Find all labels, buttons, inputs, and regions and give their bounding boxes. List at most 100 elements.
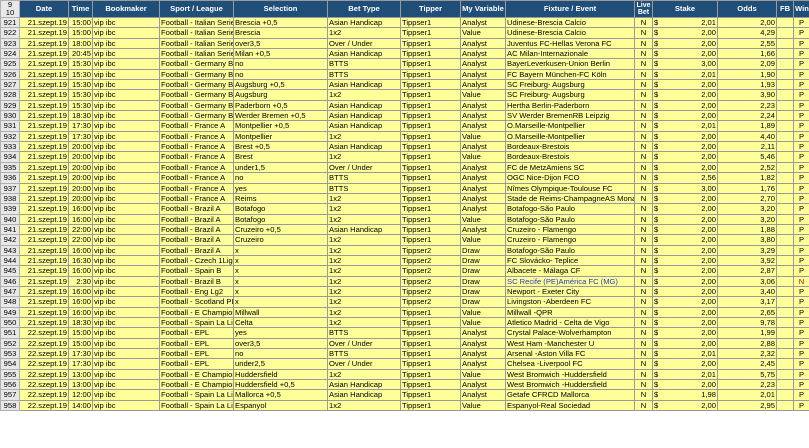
- live-bet-cell[interactable]: N: [634, 275, 653, 287]
- selection-cell[interactable]: Werder Bremen +0,5: [233, 110, 328, 122]
- fb-cell[interactable]: [776, 79, 794, 91]
- win-cell[interactable]: P: [793, 223, 809, 236]
- bet-type-cell[interactable]: BTTS: [327, 347, 401, 360]
- fixture-cell[interactable]: FC de MetzAmiens SC: [505, 161, 635, 174]
- row-number-header[interactable]: 9 10: [0, 0, 20, 18]
- live-bet-cell[interactable]: N: [634, 327, 653, 339]
- live-bet-cell[interactable]: N: [634, 244, 653, 256]
- win-cell[interactable]: P: [793, 161, 809, 174]
- bet-type-cell[interactable]: Asian Handicap: [327, 120, 401, 132]
- time-cell[interactable]: 15:30: [68, 58, 93, 70]
- bet-type-cell[interactable]: Asian Handicap: [327, 223, 401, 236]
- stake-cell[interactable]: $2,00: [652, 223, 718, 236]
- live-bet-cell[interactable]: N: [634, 337, 653, 350]
- my-variable-cell[interactable]: Value: [460, 213, 506, 225]
- selection-cell[interactable]: x: [233, 265, 328, 277]
- tipper-cell[interactable]: Tippser1: [400, 16, 461, 29]
- date-cell[interactable]: 21.szept.19: [19, 254, 69, 267]
- col-header-odds[interactable]: Odds: [717, 0, 777, 18]
- selection-cell[interactable]: Augsburg: [233, 89, 328, 101]
- fb-cell[interactable]: [776, 347, 794, 360]
- bookmaker-cell[interactable]: vip ibc: [92, 327, 160, 339]
- row-number[interactable]: 933: [0, 141, 20, 153]
- live-bet-cell[interactable]: N: [634, 110, 653, 122]
- fb-cell[interactable]: [776, 68, 794, 81]
- bet-type-cell[interactable]: 1x2: [327, 203, 401, 215]
- fixture-cell[interactable]: Albacete - Málaga CF: [505, 265, 635, 277]
- live-bet-cell[interactable]: N: [634, 172, 653, 184]
- fb-cell[interactable]: [776, 368, 794, 381]
- row-number[interactable]: 928: [0, 89, 20, 101]
- live-bet-cell[interactable]: N: [634, 368, 653, 381]
- date-cell[interactable]: 21.szept.19: [19, 234, 69, 246]
- odds-cell[interactable]: 4,29: [717, 27, 777, 39]
- col-header-tipper[interactable]: Tipper: [400, 0, 461, 18]
- time-cell[interactable]: 20:45: [68, 48, 93, 60]
- odds-cell[interactable]: 2,24: [717, 110, 777, 122]
- bet-type-cell[interactable]: BTTS: [327, 68, 401, 81]
- fixture-cell[interactable]: BayerLeverkusen-Union Berlin: [505, 58, 635, 70]
- time-cell[interactable]: 16:00: [68, 285, 93, 298]
- stake-cell[interactable]: $2,00: [652, 399, 718, 412]
- odds-cell[interactable]: 3,92: [717, 254, 777, 267]
- win-cell[interactable]: P: [793, 213, 809, 225]
- tipper-cell[interactable]: Tippser1: [400, 337, 461, 350]
- odds-cell[interactable]: 4,40: [717, 130, 777, 143]
- row-number[interactable]: 949: [0, 306, 20, 318]
- selection-cell[interactable]: yes: [233, 327, 328, 339]
- tipper-cell[interactable]: Tippser1: [400, 182, 461, 194]
- live-bet-cell[interactable]: N: [634, 223, 653, 236]
- bet-type-cell[interactable]: 1x2: [327, 285, 401, 298]
- time-cell[interactable]: 17:30: [68, 120, 93, 132]
- bet-type-cell[interactable]: Over / Under: [327, 337, 401, 350]
- bookmaker-cell[interactable]: vip ibc: [92, 358, 160, 370]
- fb-cell[interactable]: [776, 285, 794, 298]
- row-number-10[interactable]: 10: [2, 9, 18, 17]
- my-variable-cell[interactable]: Analyst: [460, 110, 506, 122]
- bet-type-cell[interactable]: 1x2: [327, 275, 401, 287]
- stake-cell[interactable]: $2,00: [652, 379, 718, 391]
- win-cell[interactable]: P: [793, 141, 809, 153]
- league-cell[interactable]: Football - France A: [159, 141, 234, 153]
- live-bet-cell[interactable]: N: [634, 130, 653, 143]
- bet-type-cell[interactable]: 1x2: [327, 296, 401, 308]
- time-cell[interactable]: 20:00: [68, 192, 93, 205]
- bet-type-cell[interactable]: 1x2: [327, 27, 401, 39]
- col-header-fixture-event[interactable]: Fixture / Event: [505, 0, 635, 18]
- row-number[interactable]: 925: [0, 58, 20, 70]
- league-cell[interactable]: Football - EPL: [159, 358, 234, 370]
- stake-cell[interactable]: $2,00: [652, 265, 718, 277]
- win-cell[interactable]: P: [793, 182, 809, 194]
- fb-cell[interactable]: [776, 265, 794, 277]
- bookmaker-cell[interactable]: vip ibc: [92, 379, 160, 391]
- fb-cell[interactable]: [776, 389, 794, 401]
- odds-cell[interactable]: 2,45: [717, 358, 777, 370]
- league-cell[interactable]: Football - Spain La Liga: [159, 389, 234, 401]
- live-bet-cell[interactable]: N: [634, 399, 653, 412]
- bookmaker-cell[interactable]: vip ibc: [92, 399, 160, 412]
- my-variable-cell[interactable]: Value: [460, 234, 506, 246]
- my-variable-cell[interactable]: Draw: [460, 296, 506, 308]
- bookmaker-cell[interactable]: vip ibc: [92, 79, 160, 91]
- my-variable-cell[interactable]: Value: [460, 27, 506, 39]
- my-variable-cell[interactable]: Value: [460, 306, 506, 318]
- col-header-stake[interactable]: Stake: [652, 0, 718, 18]
- league-cell[interactable]: Football - Brazil B: [159, 275, 234, 287]
- league-cell[interactable]: Football - Spain La Liga: [159, 399, 234, 412]
- bookmaker-cell[interactable]: vip ibc: [92, 182, 160, 194]
- fixture-cell[interactable]: Chelsea -Liverpool FC: [505, 358, 635, 370]
- selection-cell[interactable]: Huddersfield: [233, 368, 328, 381]
- live-bet-cell[interactable]: N: [634, 347, 653, 360]
- my-variable-cell[interactable]: Analyst: [460, 327, 506, 339]
- fb-cell[interactable]: [776, 244, 794, 256]
- fb-cell[interactable]: [776, 120, 794, 132]
- tipper-cell[interactable]: Tippser1: [400, 379, 461, 391]
- odds-cell[interactable]: 3,80: [717, 234, 777, 246]
- tipper-cell[interactable]: Tippser1: [400, 37, 461, 50]
- time-cell[interactable]: 16:30: [68, 254, 93, 267]
- league-cell[interactable]: Football - Brazil A: [159, 203, 234, 215]
- my-variable-cell[interactable]: Value: [460, 368, 506, 381]
- odds-cell[interactable]: 5,75: [717, 368, 777, 381]
- fixture-cell[interactable]: AC Milan-Internazionale: [505, 48, 635, 60]
- bookmaker-cell[interactable]: vip ibc: [92, 37, 160, 50]
